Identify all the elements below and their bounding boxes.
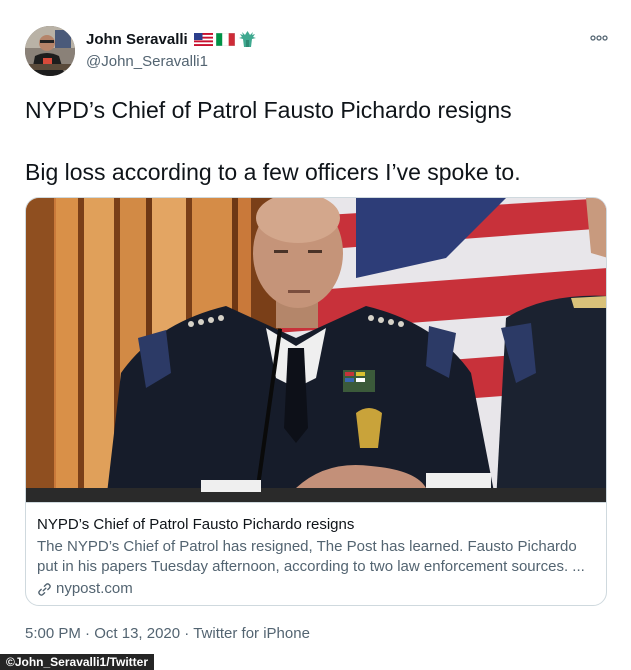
handle[interactable]: @John_Seravalli1 <box>86 53 208 70</box>
avatar[interactable] <box>25 26 75 76</box>
tweet-meta: 5:00 PM · Oct 13, 2020 · Twitter for iPh… <box>25 625 310 642</box>
tweet: John Seravalli @John_Seravalli1 NYPD’s C… <box>0 0 631 670</box>
meta-separator-2: · <box>180 625 194 642</box>
card-description: The NYPD’s Chief of Patrol has resigned,… <box>37 538 585 575</box>
tweet-text-line-2: Big loss according to a few officers I’v… <box>25 159 521 185</box>
flag-icons <box>193 31 257 48</box>
italy-flag-icon <box>215 33 235 46</box>
ellipsis-icon[interactable] <box>588 30 610 46</box>
card-title[interactable]: NYPD’s Chief of Patrol Fausto Pichardo r… <box>37 515 597 534</box>
meta-separator: · <box>80 625 95 642</box>
display-name[interactable]: John Seravalli <box>86 31 257 48</box>
card-body[interactable]: NYPD’s Chief of Patrol Fausto Pichardo r… <box>26 502 606 605</box>
tweet-source[interactable]: Twitter for iPhone <box>193 625 310 642</box>
display-name-text[interactable]: John Seravalli <box>86 31 188 48</box>
tweet-time[interactable]: 5:00 PM <box>25 625 81 642</box>
card-image[interactable] <box>26 198 606 502</box>
tweet-date[interactable]: Oct 13, 2020 <box>94 625 180 642</box>
link-icon <box>37 582 52 597</box>
statue-of-liberty-icon <box>238 31 256 47</box>
watermark: ©John_Seravalli1/Twitter <box>0 654 155 670</box>
card-domain[interactable]: nypost.com <box>37 579 597 599</box>
us-flag-icon <box>193 33 213 46</box>
tweet-text-line-1: NYPD’s Chief of Patrol Fausto Pichardo r… <box>25 97 512 123</box>
link-card[interactable]: NYPD’s Chief of Patrol Fausto Pichardo r… <box>25 197 607 606</box>
card-domain-text[interactable]: nypost.com <box>56 579 133 599</box>
tweet-text: NYPD’s Chief of Patrol Fausto Pichardo r… <box>25 95 605 188</box>
